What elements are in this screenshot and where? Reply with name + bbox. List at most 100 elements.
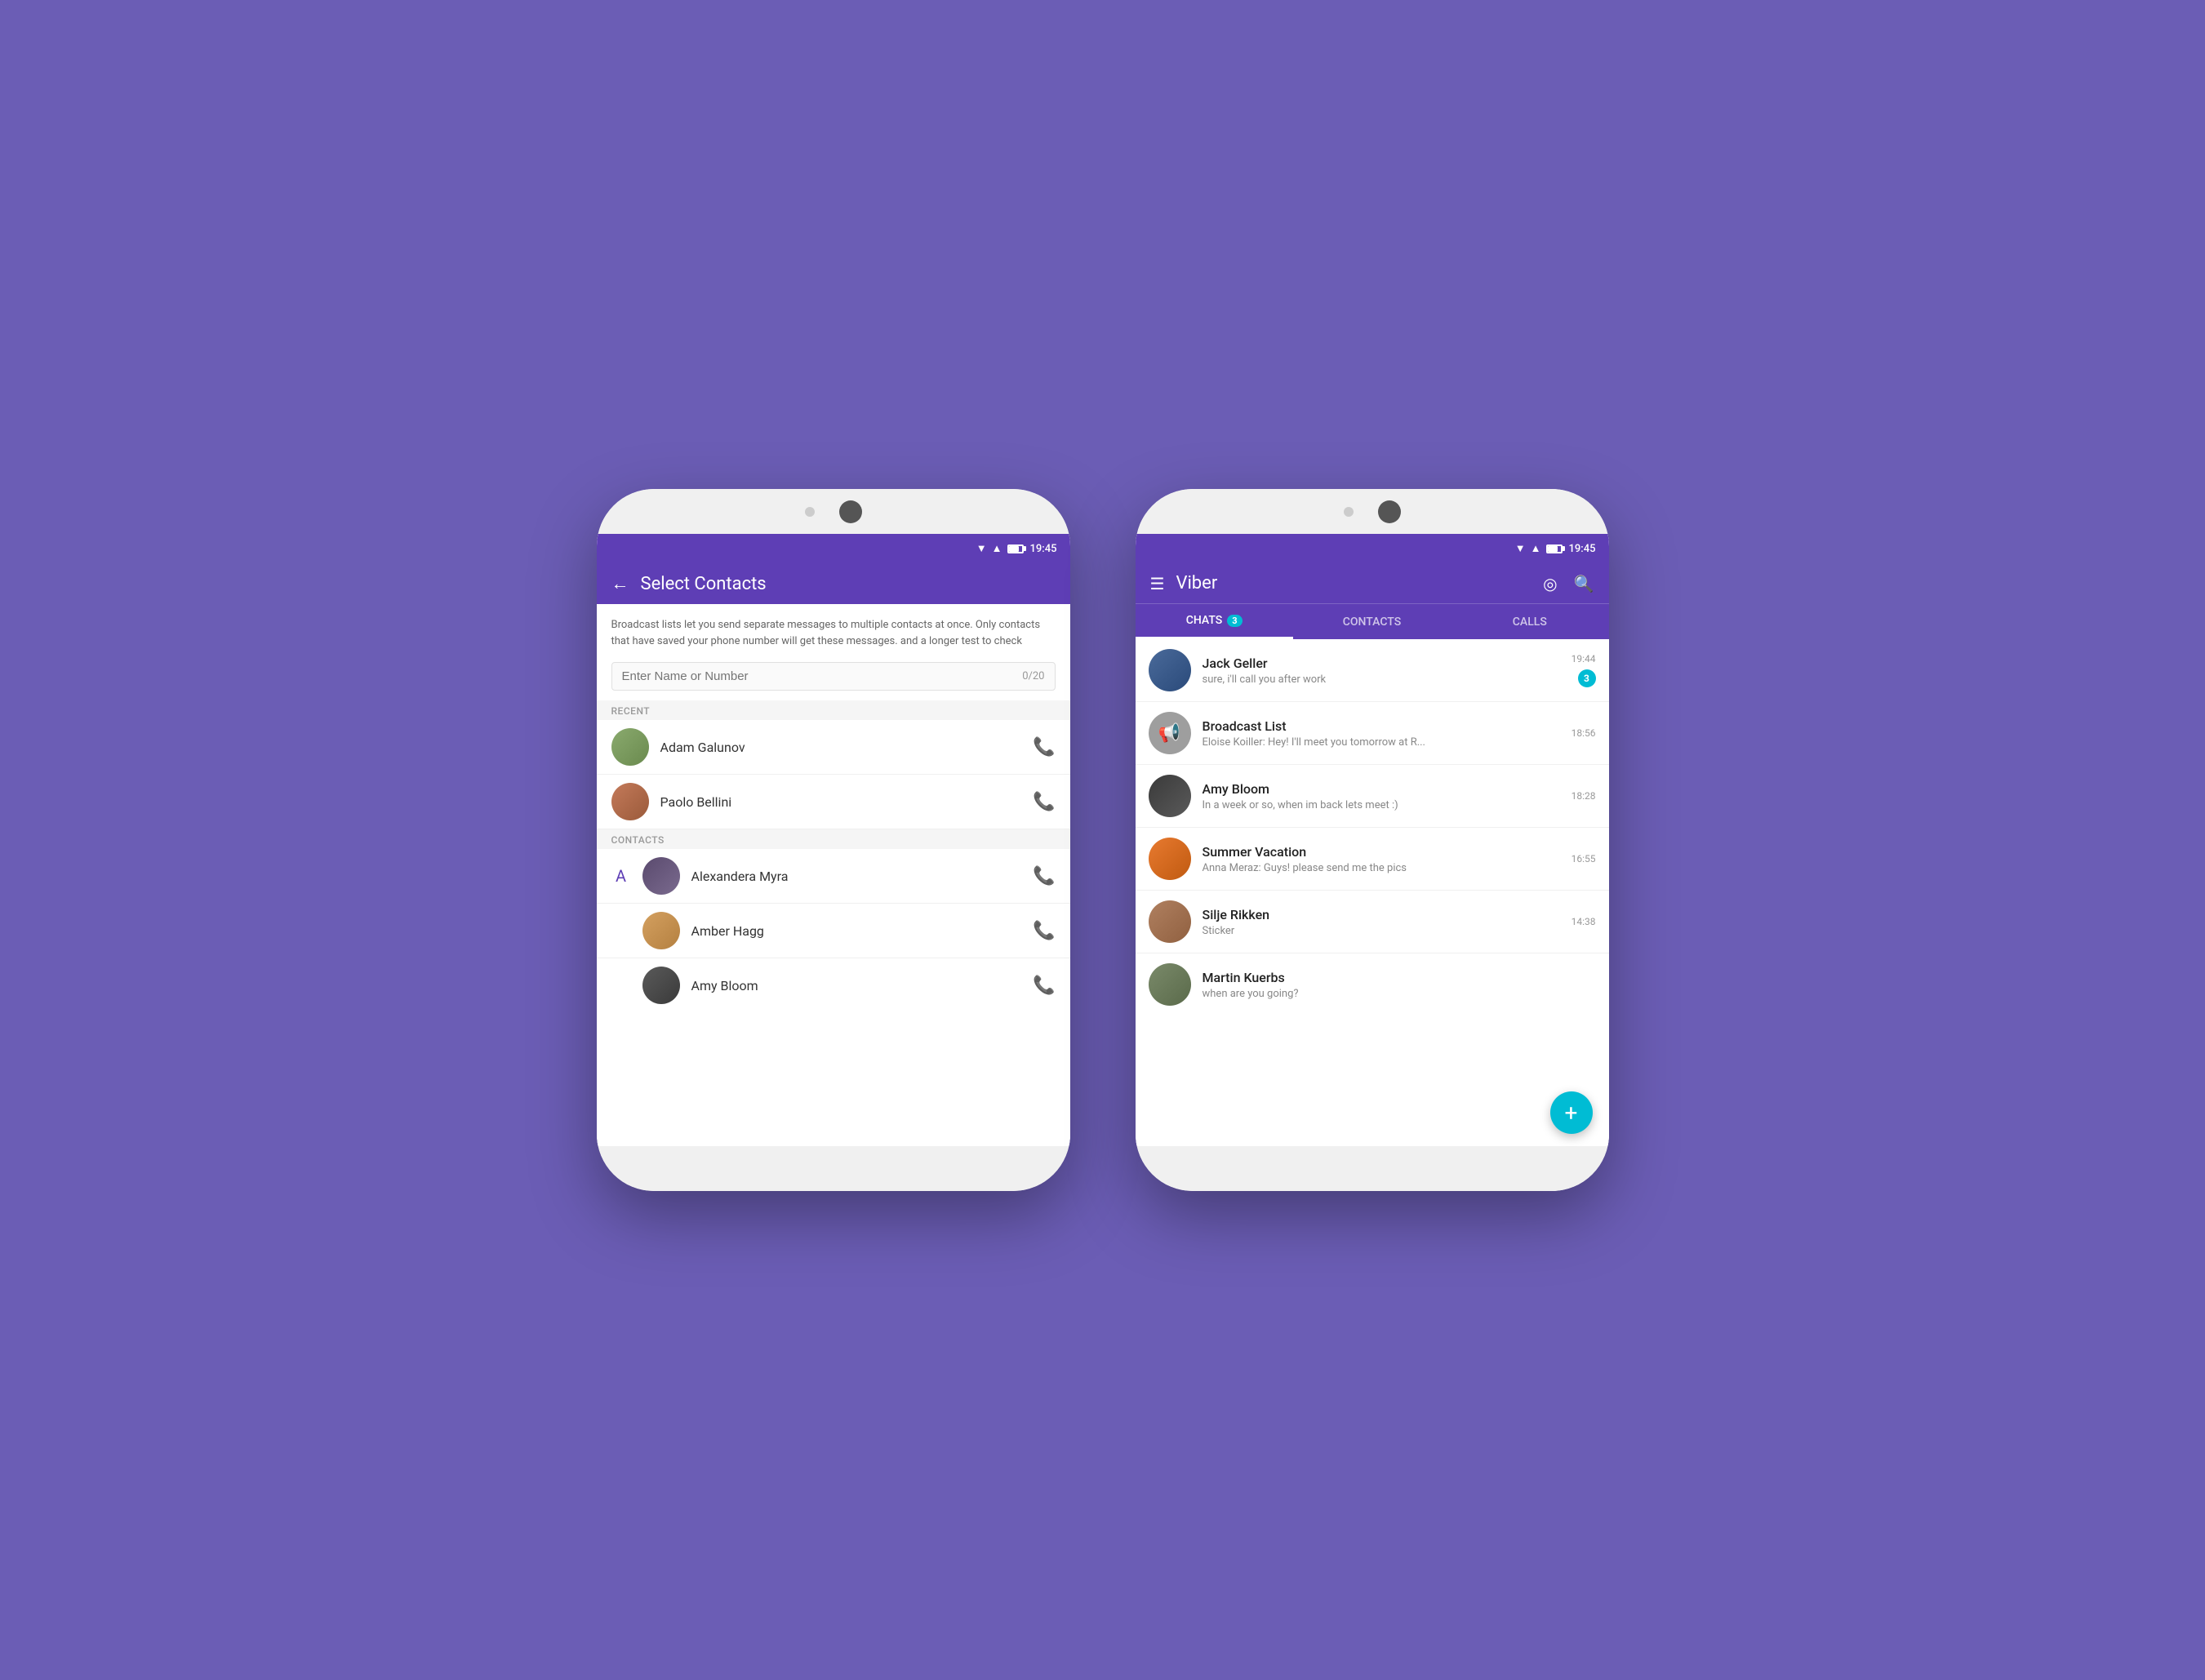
back-button[interactable]: ← xyxy=(611,573,629,594)
tab-calls[interactable]: CALLS xyxy=(1451,604,1608,639)
list-item[interactable]: 📢 Broadcast List Eloise Koiller: Hey! I'… xyxy=(1136,702,1609,765)
header-left: ☰ Viber xyxy=(1150,573,1218,593)
front-camera xyxy=(1344,507,1354,517)
list-item[interactable]: Paolo Bellini 📞 xyxy=(597,775,1070,829)
tab-chats[interactable]: CHATS 3 xyxy=(1136,604,1293,639)
chat-preview: Anna Meraz: Guys! please send me the pic… xyxy=(1203,862,1560,874)
search-input[interactable] xyxy=(622,669,1023,683)
status-icons: ▼ ▲ xyxy=(976,542,1024,555)
signal-icon: ▲ xyxy=(1531,542,1541,555)
tab-contacts-label: CONTACTS xyxy=(1343,616,1401,629)
battery-icon xyxy=(1007,544,1024,553)
viber-icon[interactable]: 📞 xyxy=(1033,792,1055,812)
contact-name: Amy Bloom xyxy=(691,978,1022,993)
phone-bottom-bar xyxy=(597,1146,1070,1191)
avatar: 📢 xyxy=(1149,712,1191,754)
search-count: 0/20 xyxy=(1022,670,1044,682)
chat-info: Broadcast List Eloise Koiller: Hey! I'll… xyxy=(1203,718,1560,749)
avatar xyxy=(1149,649,1191,691)
chat-name: Broadcast List xyxy=(1203,718,1560,734)
contacts-section-label: CONTACTS xyxy=(597,829,1070,849)
contact-list: Adam Galunov 📞 Paolo Bellini 📞 CONTACTS … xyxy=(597,720,1070,1146)
chat-info: Summer Vacation Anna Meraz: Guys! please… xyxy=(1203,844,1560,874)
tab-calls-label: CALLS xyxy=(1513,616,1547,629)
battery-icon xyxy=(1546,544,1563,553)
search-bar[interactable]: 0/20 xyxy=(611,662,1056,691)
avatar xyxy=(642,967,680,1004)
page-title: Select Contacts xyxy=(641,574,767,594)
phone-select-contacts: ▼ ▲ 19:45 ← Select Contacts Broadcast li… xyxy=(597,489,1070,1191)
tab-contacts[interactable]: CONTACTS xyxy=(1293,604,1451,639)
chat-meta: 18:56 xyxy=(1572,727,1596,739)
status-bar: ▼ ▲ 19:45 xyxy=(597,534,1070,563)
viber-icon[interactable]: 📞 xyxy=(1033,976,1055,996)
avatar xyxy=(642,912,680,949)
unread-badge: 3 xyxy=(1578,669,1596,687)
avatar xyxy=(1149,900,1191,943)
chat-name: Silje Rikken xyxy=(1203,907,1560,922)
avatar xyxy=(611,728,649,766)
chats-badge: 3 xyxy=(1227,615,1242,627)
status-time: 19:45 xyxy=(1569,543,1596,555)
chat-info: Amy Bloom In a week or so, when im back … xyxy=(1203,781,1560,811)
front-camera xyxy=(805,507,815,517)
signal-icon: ▲ xyxy=(992,542,1002,555)
list-item[interactable]: Amber Hagg 📞 xyxy=(597,904,1070,958)
chat-time: 16:55 xyxy=(1572,853,1596,864)
chat-name: Martin Kuerbs xyxy=(1203,970,1585,985)
viber-icon[interactable]: 📞 xyxy=(1033,737,1055,758)
chat-preview: Eloise Koiller: Hey! I'll meet you tomor… xyxy=(1203,736,1560,749)
home-button[interactable] xyxy=(839,500,862,523)
list-item[interactable]: Martin Kuerbs when are you going? xyxy=(1136,953,1609,1016)
list-item[interactable]: Silje Rikken Sticker 14:38 xyxy=(1136,891,1609,953)
chat-meta: 19:44 3 xyxy=(1572,653,1596,687)
status-bar: ▼ ▲ 19:45 xyxy=(1136,534,1609,563)
list-item[interactable]: Jack Geller sure, i'll call you after wo… xyxy=(1136,639,1609,702)
screen-viber: ▼ ▲ 19:45 ☰ Viber ◎ 🔍 CHATS 3 xyxy=(1136,534,1609,1146)
chat-name: Amy Bloom xyxy=(1203,781,1560,797)
phone-viber-chats: ▼ ▲ 19:45 ☰ Viber ◎ 🔍 CHATS 3 xyxy=(1136,489,1609,1191)
chat-preview: In a week or so, when im back lets meet … xyxy=(1203,799,1560,811)
hamburger-menu-button[interactable]: ☰ xyxy=(1150,574,1165,593)
list-item[interactable]: Amy Bloom 📞 xyxy=(597,958,1070,1012)
viber-icon[interactable]: 📞 xyxy=(1033,866,1055,887)
search-icon[interactable]: 🔍 xyxy=(1574,574,1594,593)
contact-name: Alexandera Myra xyxy=(691,869,1022,884)
chat-time: 14:38 xyxy=(1572,916,1596,927)
chat-name: Jack Geller xyxy=(1203,656,1560,671)
chat-meta: 18:28 xyxy=(1572,790,1596,802)
viber-header: ☰ Viber ◎ 🔍 xyxy=(1136,563,1609,603)
chat-time: 18:56 xyxy=(1572,727,1596,739)
phone-top-bar xyxy=(1136,489,1609,534)
chat-list: Jack Geller sure, i'll call you after wo… xyxy=(1136,639,1609,1146)
chat-time: 19:44 xyxy=(1572,653,1596,664)
alphabet-letter: A xyxy=(611,866,631,886)
list-item[interactable]: Amy Bloom In a week or so, when im back … xyxy=(1136,765,1609,828)
app-title: Viber xyxy=(1176,573,1217,593)
chat-preview: Sticker xyxy=(1203,925,1560,937)
home-button[interactable] xyxy=(1378,500,1401,523)
chat-info: Silje Rikken Sticker xyxy=(1203,907,1560,937)
contact-name: Amber Hagg xyxy=(691,923,1022,939)
recent-section-label: RECENT xyxy=(597,700,1070,720)
avatar xyxy=(611,783,649,820)
tabs-bar: CHATS 3 CONTACTS CALLS xyxy=(1136,603,1609,639)
contact-name: Adam Galunov xyxy=(660,740,1022,755)
chat-meta: 16:55 xyxy=(1572,853,1596,864)
list-item[interactable]: Summer Vacation Anna Meraz: Guys! please… xyxy=(1136,828,1609,891)
qr-icon[interactable]: ◎ xyxy=(1543,574,1557,593)
chat-preview: sure, i'll call you after work xyxy=(1203,673,1560,686)
avatar xyxy=(1149,963,1191,1006)
chat-preview: when are you going? xyxy=(1203,988,1585,1000)
list-item[interactable]: Adam Galunov 📞 xyxy=(597,720,1070,775)
wifi-icon: ▼ xyxy=(976,542,987,555)
phone-bottom-bar xyxy=(1136,1146,1609,1191)
new-chat-fab[interactable]: + xyxy=(1550,1091,1593,1134)
chat-name: Summer Vacation xyxy=(1203,844,1560,860)
list-item[interactable]: A Alexandera Myra 📞 xyxy=(597,849,1070,904)
contact-name: Paolo Bellini xyxy=(660,794,1022,810)
header-right: ◎ 🔍 xyxy=(1543,574,1594,593)
status-time: 19:45 xyxy=(1030,543,1057,555)
broadcast-description: Broadcast lists let you send separate me… xyxy=(597,604,1070,662)
viber-icon[interactable]: 📞 xyxy=(1033,921,1055,941)
